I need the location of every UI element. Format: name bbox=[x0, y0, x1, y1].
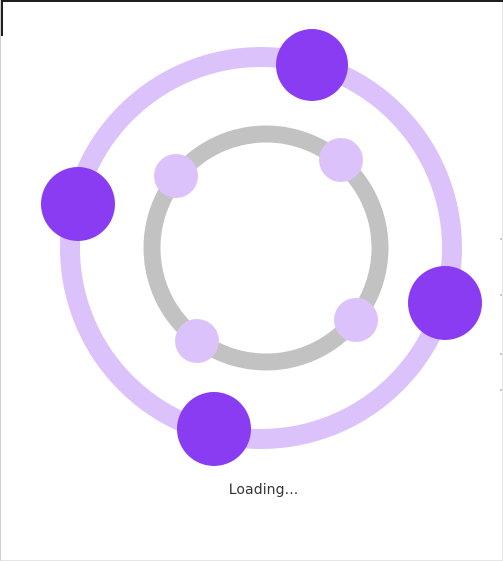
outer-orbit-dot bbox=[41, 167, 115, 241]
loading-spinner bbox=[41, 29, 482, 466]
inner-orbit-dot bbox=[175, 319, 219, 363]
inner-orbit-dot bbox=[334, 298, 378, 342]
outer-orbit-dot bbox=[408, 266, 482, 340]
outer-orbit-dot bbox=[177, 392, 251, 466]
loading-status-text: Loading... bbox=[228, 482, 299, 498]
loading-window: Loading... bbox=[0, 0, 503, 561]
inner-orbit-dot bbox=[319, 138, 363, 182]
inner-orbit-dot bbox=[154, 154, 198, 198]
outer-orbit-dot bbox=[276, 29, 348, 101]
outer-ring bbox=[60, 47, 462, 449]
